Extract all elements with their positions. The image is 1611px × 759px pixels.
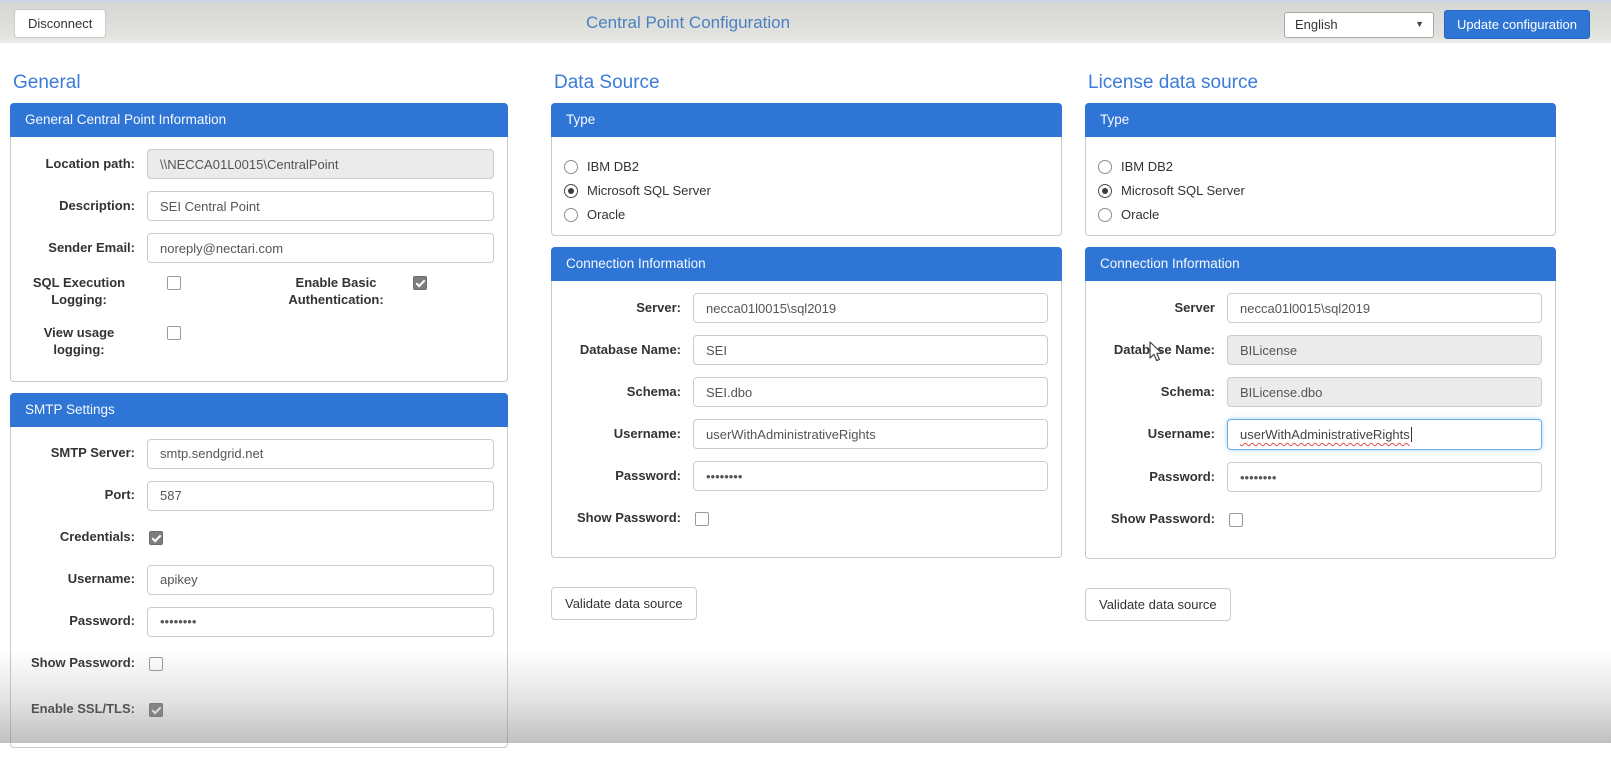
lic-username-value: userWithAdministrativeRights bbox=[1240, 427, 1410, 442]
license-connection-panel: Connection Information Server Database N… bbox=[1085, 247, 1556, 559]
ds-show-password-label: Show Password: bbox=[564, 510, 681, 527]
credentials-label: Credentials: bbox=[23, 529, 135, 546]
lic-database-name-input[interactable] bbox=[1227, 335, 1542, 365]
location-path-label: Location path: bbox=[23, 156, 135, 173]
license-type-option-oracle[interactable]: Oracle bbox=[1098, 207, 1543, 222]
credentials-checkbox[interactable] bbox=[149, 531, 163, 545]
data-source-heading: Data Source bbox=[554, 72, 1062, 94]
license-type-option-ibm-db2[interactable]: IBM DB2 bbox=[1098, 159, 1543, 174]
language-selected-value: English bbox=[1295, 17, 1338, 32]
ds-username-label: Username: bbox=[564, 426, 681, 443]
smtp-port-label: Port: bbox=[23, 487, 135, 504]
topbar-right-controls: English ▼ Update configuration bbox=[1284, 10, 1590, 39]
main-content: General General Central Point Informatio… bbox=[0, 43, 1611, 759]
oracle-radio[interactable] bbox=[564, 208, 578, 222]
smtp-username-input[interactable] bbox=[147, 565, 494, 595]
lic-show-password-checkbox[interactable] bbox=[1229, 513, 1243, 527]
ds-show-password-checkbox[interactable] bbox=[695, 512, 709, 526]
data-source-type-option-oracle[interactable]: Oracle bbox=[564, 207, 1049, 222]
lic-schema-label: Schema: bbox=[1098, 384, 1215, 401]
smtp-password-label: Password: bbox=[23, 613, 135, 630]
license-data-source-heading: License data source bbox=[1088, 72, 1556, 94]
oracle-radio-label: Oracle bbox=[587, 207, 625, 222]
page-title: Central Point Configuration bbox=[586, 13, 790, 33]
language-select[interactable]: English ▼ bbox=[1284, 12, 1434, 38]
ds-password-input[interactable] bbox=[693, 461, 1048, 491]
license-oracle-radio-label: Oracle bbox=[1121, 207, 1159, 222]
lic-database-name-label: Database Name: bbox=[1098, 342, 1215, 359]
license-connection-panel-title: Connection Information bbox=[1085, 247, 1556, 281]
data-source-connection-panel: Connection Information Server: Database … bbox=[551, 247, 1062, 558]
ds-schema-input[interactable] bbox=[693, 377, 1048, 407]
text-caret bbox=[1411, 427, 1412, 442]
disconnect-button[interactable]: Disconnect bbox=[14, 9, 106, 38]
smtp-username-label: Username: bbox=[23, 571, 135, 588]
ds-server-label: Server: bbox=[564, 300, 681, 317]
location-path-input[interactable] bbox=[147, 149, 494, 179]
ibm-db2-radio-label: IBM DB2 bbox=[587, 159, 639, 174]
ds-database-name-label: Database Name: bbox=[564, 342, 681, 359]
smtp-server-input[interactable] bbox=[147, 439, 494, 469]
smtp-settings-panel-title: SMTP Settings bbox=[10, 393, 508, 427]
data-source-type-option-mssql[interactable]: Microsoft SQL Server bbox=[564, 183, 1049, 198]
chevron-down-icon: ▼ bbox=[1415, 20, 1424, 29]
license-ibm-db2-radio-label: IBM DB2 bbox=[1121, 159, 1173, 174]
data-source-type-option-ibm-db2[interactable]: IBM DB2 bbox=[564, 159, 1049, 174]
enable-basic-authentication-checkbox[interactable] bbox=[413, 276, 427, 290]
license-type-option-mssql[interactable]: Microsoft SQL Server bbox=[1098, 183, 1543, 198]
smtp-password-input[interactable] bbox=[147, 607, 494, 637]
license-type-panel: Type IBM DB2 Microsoft SQL Server Oracle bbox=[1085, 103, 1556, 236]
update-configuration-button[interactable]: Update configuration bbox=[1444, 10, 1590, 39]
ds-username-input[interactable] bbox=[693, 419, 1048, 449]
validate-data-source-button[interactable]: Validate data source bbox=[551, 587, 697, 620]
lic-server-label: Server bbox=[1098, 300, 1215, 317]
general-info-panel-title: General Central Point Information bbox=[10, 103, 508, 137]
sender-email-input[interactable] bbox=[147, 233, 494, 263]
smtp-show-password-label: Show Password: bbox=[23, 655, 135, 672]
data-source-type-panel-title: Type bbox=[551, 103, 1062, 137]
sql-execution-logging-checkbox[interactable] bbox=[167, 276, 181, 290]
license-type-panel-title: Type bbox=[1085, 103, 1556, 137]
sql-execution-logging-label: SQL Execution Logging: bbox=[23, 275, 135, 309]
data-source-column: Data Source Type IBM DB2 Microsoft SQL S… bbox=[551, 72, 1062, 620]
lic-show-password-label: Show Password: bbox=[1098, 511, 1215, 528]
top-bar: Disconnect Central Point Configuration E… bbox=[0, 0, 1611, 43]
license-ibm-db2-radio[interactable] bbox=[1098, 160, 1112, 174]
ds-database-name-input[interactable] bbox=[693, 335, 1048, 365]
view-usage-logging-label: View usage logging: bbox=[23, 325, 135, 359]
ds-password-label: Password: bbox=[564, 468, 681, 485]
ds-server-input[interactable] bbox=[693, 293, 1048, 323]
smtp-port-input[interactable] bbox=[147, 481, 494, 511]
view-usage-logging-checkbox[interactable] bbox=[167, 326, 181, 340]
data-source-type-panel: Type IBM DB2 Microsoft SQL Server Oracle bbox=[551, 103, 1062, 236]
data-source-connection-panel-title: Connection Information bbox=[551, 247, 1062, 281]
sender-email-label: Sender Email: bbox=[23, 240, 135, 257]
smtp-show-password-checkbox[interactable] bbox=[149, 657, 163, 671]
license-oracle-radio[interactable] bbox=[1098, 208, 1112, 222]
license-data-source-column: License data source Type IBM DB2 Microso… bbox=[1085, 72, 1556, 621]
license-mssql-radio[interactable] bbox=[1098, 184, 1112, 198]
license-validate-data-source-button[interactable]: Validate data source bbox=[1085, 588, 1231, 621]
mssql-radio-label: Microsoft SQL Server bbox=[587, 183, 711, 198]
general-column: General General Central Point Informatio… bbox=[10, 72, 508, 759]
enable-basic-authentication-label: Enable Basic Authentication: bbox=[277, 275, 395, 309]
license-mssql-radio-label: Microsoft SQL Server bbox=[1121, 183, 1245, 198]
lic-password-label: Password: bbox=[1098, 469, 1215, 486]
lic-server-input[interactable] bbox=[1227, 293, 1542, 323]
description-label: Description: bbox=[23, 198, 135, 215]
lic-schema-input[interactable] bbox=[1227, 377, 1542, 407]
general-heading: General bbox=[13, 72, 508, 94]
lic-username-input[interactable]: userWithAdministrativeRights bbox=[1227, 419, 1542, 450]
general-info-panel: General Central Point Information Locati… bbox=[10, 103, 508, 382]
enable-ssl-tls-label: Enable SSL/TLS: bbox=[23, 701, 135, 718]
smtp-settings-panel: SMTP Settings SMTP Server: Port: Credent… bbox=[10, 393, 508, 748]
enable-ssl-tls-checkbox[interactable] bbox=[149, 703, 163, 717]
smtp-server-label: SMTP Server: bbox=[23, 445, 135, 462]
ibm-db2-radio[interactable] bbox=[564, 160, 578, 174]
description-input[interactable] bbox=[147, 191, 494, 221]
ds-schema-label: Schema: bbox=[564, 384, 681, 401]
mssql-radio[interactable] bbox=[564, 184, 578, 198]
lic-username-label: Username: bbox=[1098, 426, 1215, 443]
lic-password-input[interactable] bbox=[1227, 462, 1542, 492]
